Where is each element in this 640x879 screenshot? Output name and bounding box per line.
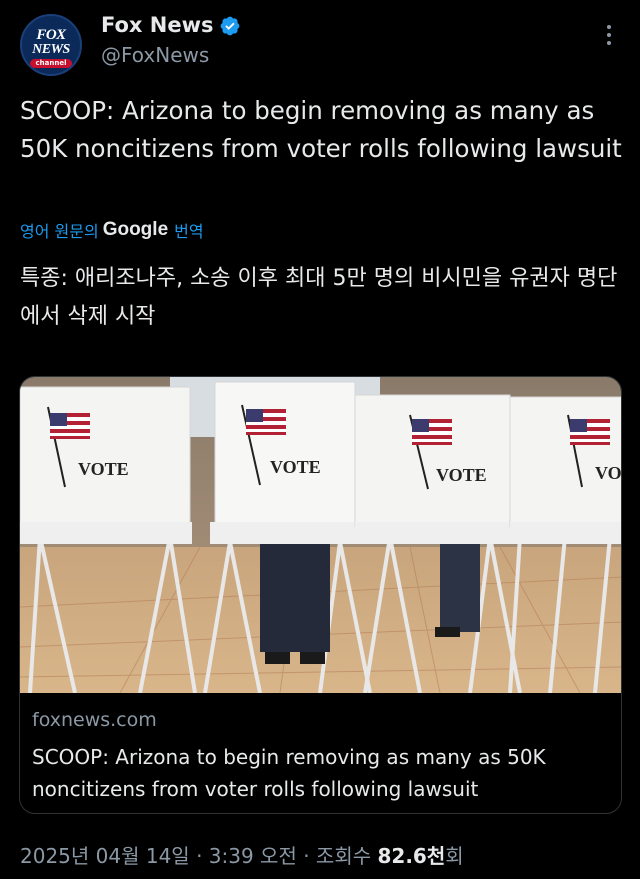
booth-label: VOTE <box>436 465 487 485</box>
view-count: 82.6천 <box>377 844 446 868</box>
verified-badge-icon <box>220 16 240 36</box>
booth-label: VOTE <box>270 457 321 477</box>
translation-attribution[interactable]: 영어 원문의 Google 번역 <box>20 218 204 242</box>
card-title[interactable]: SCOOP: Arizona to begin removing as many… <box>32 741 612 805</box>
account-handle[interactable]: @FoxNews <box>101 43 209 67</box>
voting-booths-image: VOTE VOTE VOTE VOTE <box>20 377 622 693</box>
avatar-logo-channel: channel <box>30 59 72 68</box>
translate-suffix: 번역 <box>174 222 204 241</box>
booth-label: VOTE <box>595 463 622 483</box>
tweet-metadata: 2025년 04월 14일 · 3:39 오전 · 조회수 82.6천회 <box>20 840 464 869</box>
more-options-icon[interactable] <box>604 22 614 52</box>
tweet-text: SCOOP: Arizona to begin removing as many… <box>20 96 622 163</box>
card-domain[interactable]: foxnews.com <box>32 709 157 731</box>
avatar-logo-news: NEWS <box>32 42 70 57</box>
fox-news-avatar[interactable]: FOX NEWS channel <box>20 14 82 76</box>
account-name[interactable]: Fox News <box>101 13 214 37</box>
link-card[interactable]: VOTE VOTE VOTE VOTE foxnews.com SCOOP: A… <box>19 376 622 814</box>
translate-prefix: 영어 원문의 <box>20 222 99 241</box>
google-logo: Google <box>102 219 169 240</box>
tweet-date: 2025년 04월 14일 · 3:39 오전 · 조회수 <box>20 844 372 868</box>
translated-text: 특종: 애리조나주, 소송 이후 최대 5만 명의 비시민을 유권자 명단에서 … <box>20 266 618 329</box>
booth-label: VOTE <box>78 459 129 479</box>
view-count-suffix: 회 <box>445 844 464 868</box>
